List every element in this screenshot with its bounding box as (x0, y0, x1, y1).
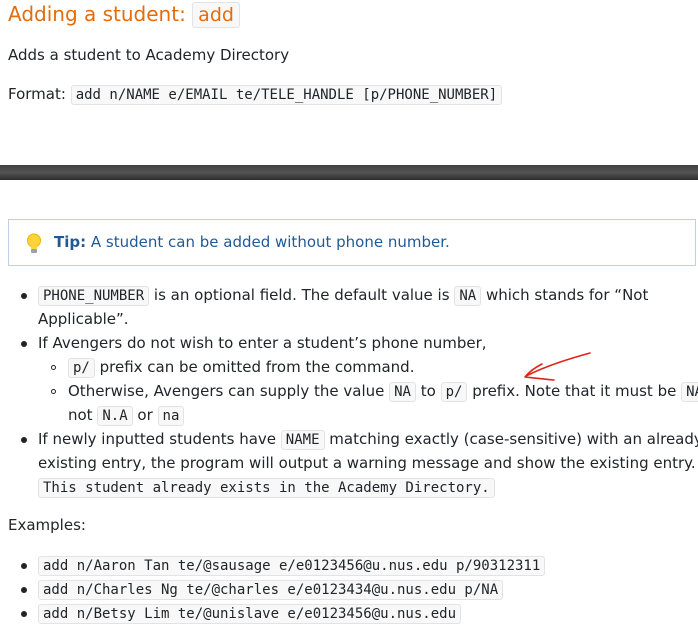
na-lower-code: na (157, 406, 185, 426)
sub-bullet-circle (51, 389, 56, 394)
section-separator-bar (0, 165, 698, 180)
bullet-text: is an optional field. The default value … (149, 286, 455, 304)
warning-message-code: This student already exists in the Acade… (38, 478, 495, 498)
format-syntax-code: add n/NAME e/EMAIL te/TELE_HANDLE [p/PHO… (70, 85, 503, 105)
example-command-code: add n/Betsy Lim te/@unislave e/e0123456@… (38, 604, 462, 624)
example-command-code: add n/Aaron Tan te/@sausage e/e0123456@u… (38, 556, 546, 576)
bullet-dot (21, 563, 27, 569)
na-dotted-code: N.A (97, 406, 133, 426)
bullet-phone-line1: PHONE_NUMBER is an optional field. The d… (38, 286, 649, 306)
sub-bullet-otherwise-line2: not N.A or na (68, 406, 185, 426)
bullet-text: prefix can be omitted from the command. (94, 358, 415, 376)
p-prefix-code: p/ (68, 358, 95, 378)
red-arrow-annotation (524, 352, 591, 381)
command-description: Adds a student to Academy Directory (8, 46, 290, 64)
example-command-code: add n/Charles Ng te/@charles e/e0123434@… (38, 580, 504, 600)
bullet-text: Otherwise, Avengers can supply the value (68, 382, 390, 400)
na-code: NA (389, 382, 416, 402)
sub-bullet-circle (51, 365, 56, 370)
tip-label: Tip: (54, 233, 87, 251)
bullet-text: If newly inputted students have (38, 430, 281, 448)
phone-number-code: PHONE_NUMBER (38, 286, 150, 306)
section-heading: Adding a student: add (8, 2, 240, 28)
bullet-duplicate-line1: If newly inputted students have NAME mat… (38, 430, 698, 450)
bullet-phone-line2: Applicable”. (38, 310, 129, 328)
bullet-text: matching exactly (case-sensitive) with a… (324, 430, 698, 448)
sub-bullet-otherwise-line1: Otherwise, Avengers can supply the value… (68, 382, 698, 402)
tip-body: A student can be added without phone num… (86, 233, 450, 251)
na-code: NA (454, 286, 482, 306)
lightbulb-icon (27, 233, 41, 253)
bullet-duplicate-line2: existing entry, the program will output … (38, 454, 696, 472)
bullet-avengers: If Avengers do not wish to enter a stude… (38, 334, 487, 352)
sub-bullet-omit: p/ prefix can be omitted from the comman… (68, 358, 415, 378)
bullet-dot (21, 437, 27, 443)
bullet-text: or (132, 406, 158, 424)
example-item: add n/Betsy Lim te/@unislave e/e0123456@… (38, 604, 462, 624)
format-label: Format: (8, 85, 71, 103)
bullet-duplicate-line3: This student already exists in the Acade… (38, 478, 495, 498)
bullet-text: which stands for “Not (481, 286, 649, 304)
bullet-dot (21, 341, 27, 347)
bullet-dot (21, 293, 27, 299)
format-line: Format: add n/NAME e/EMAIL te/TELE_HANDL… (8, 85, 503, 105)
bullet-dot (21, 587, 27, 593)
name-code: NAME (280, 430, 325, 450)
heading-text: Adding a student: (8, 2, 193, 26)
example-item: add n/Charles Ng te/@charles e/e0123434@… (38, 580, 504, 600)
tip-text: Tip: A student can be added without phon… (54, 233, 450, 251)
bullet-dot (21, 611, 27, 617)
p-prefix-code: p/ (440, 382, 468, 402)
na-code: NA (681, 382, 698, 402)
example-item: add n/Aaron Tan te/@sausage e/e0123456@u… (38, 556, 546, 576)
examples-label: Examples: (8, 516, 86, 534)
bullet-text: not (68, 406, 98, 424)
bullet-text: to (415, 382, 441, 400)
heading-command-code: add (192, 2, 240, 28)
